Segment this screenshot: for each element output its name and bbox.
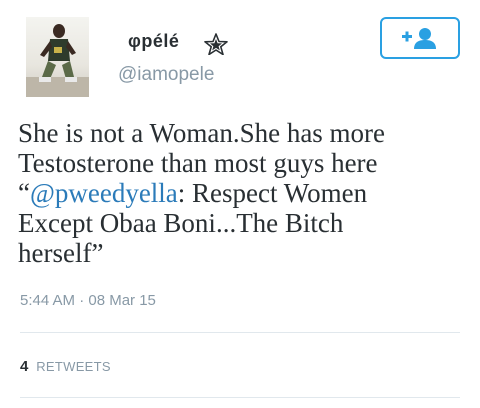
avatar[interactable] (26, 17, 89, 97)
display-name[interactable]: φpélé (128, 31, 179, 52)
retweet-label: RETWEETS (36, 359, 111, 374)
tweet-line-rest: : Respect Women (177, 178, 368, 208)
retweet-stats[interactable]: 4 RETWEETS (20, 358, 111, 375)
divider (20, 332, 460, 333)
open-quote: “ (18, 178, 30, 208)
tweet-line: “@pweedyella: Respect Women (18, 178, 468, 208)
tweet-line: Except Obaa Boni...The Bitch (18, 208, 344, 238)
mention-link[interactable]: @pweedyella (30, 178, 178, 208)
tweet-line: She is not a Woman.She has more (18, 118, 386, 148)
user-handle[interactable]: @iamopele (118, 64, 214, 86)
add-user-icon (402, 28, 436, 49)
tweet-text: She is not a Woman.She has more Testoste… (18, 118, 468, 268)
follow-button[interactable] (380, 17, 460, 59)
tweet-line: herself” (18, 238, 104, 268)
retweet-count: 4 (20, 358, 29, 375)
star-icon (204, 33, 228, 55)
tweet-line: Testosterone than most guys here (18, 148, 378, 178)
divider (20, 397, 460, 398)
tweet-timestamp[interactable]: 5:44 AM · 08 Mar 15 (20, 292, 156, 309)
